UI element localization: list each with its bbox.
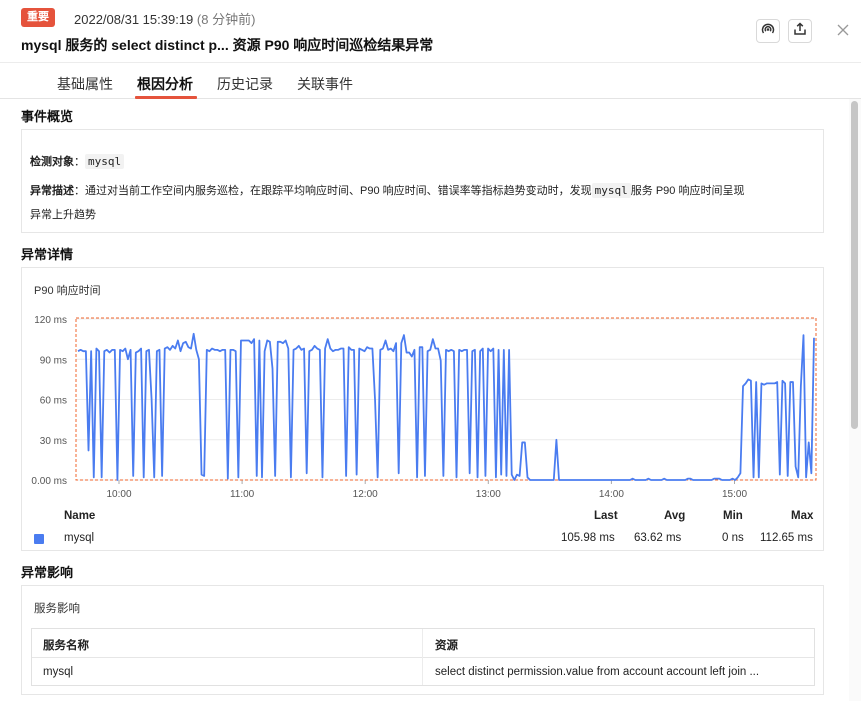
- tab-basic-attributes[interactable]: 基础属性: [57, 74, 113, 94]
- share-icon: [793, 21, 807, 41]
- series-line-mysql: [77, 332, 815, 481]
- x-tick-label: 15:00: [722, 489, 747, 500]
- y-tick-label: 120 ms: [34, 315, 67, 326]
- overview-heading: 事件概览: [21, 109, 74, 124]
- legend-avg-value: 63.62 ms: [634, 532, 682, 544]
- x-tick-label: 12:00: [353, 489, 378, 500]
- x-tick-label: 11:00: [230, 489, 255, 500]
- event-header: 重要 2022/08/31 15:39:19 (8 分钟前) mysql 服务的…: [0, 0, 861, 62]
- event-timestamp: 2022/08/31 15:39:19 (8 分钟前): [74, 12, 256, 27]
- y-tick-label: 90 ms: [40, 355, 67, 366]
- legend-header-min: Min: [723, 510, 743, 522]
- share-button[interactable]: [788, 19, 812, 43]
- target-label: 检测对象: [30, 156, 74, 168]
- anomaly-description: 异常描述：通过对当前工作空间内服务巡检，在跟踪平均响应时间、P90 响应时间、错…: [30, 183, 745, 221]
- impact-table: 服务名称 资源 mysql select distinct permission…: [31, 628, 815, 686]
- table-divider: [32, 657, 814, 658]
- column-header-resource: 资源: [435, 640, 458, 652]
- table-cell-resource[interactable]: select distinct permission.value from ac…: [435, 666, 759, 678]
- x-tick-label: 14:00: [599, 489, 624, 500]
- scrollbar-thumb[interactable]: [851, 101, 858, 429]
- tab-related-events[interactable]: 关联事件: [297, 74, 353, 94]
- y-tick-label: 30 ms: [40, 436, 67, 447]
- legend-header-max: Max: [791, 510, 814, 522]
- service-impact-label: 服务影响: [34, 603, 80, 615]
- target-value: mysql: [85, 154, 125, 169]
- legend-header-name: Name: [64, 510, 96, 522]
- close-icon: [834, 24, 852, 43]
- table-cell-service[interactable]: mysql: [43, 666, 73, 678]
- detail-tabs: 基础属性 根因分析 历史记录 关联事件: [0, 62, 861, 99]
- tab-root-cause[interactable]: 根因分析: [137, 74, 193, 94]
- impact-heading: 异常影响: [21, 565, 74, 580]
- x-tick-label: 10:00: [106, 489, 131, 500]
- legend-max-value: 112.65 ms: [760, 532, 813, 544]
- chart-title: P90 响应时间: [34, 285, 101, 297]
- legend-swatch-mysql[interactable]: [34, 534, 44, 544]
- broadcast-icon: [761, 22, 775, 41]
- legend-header-avg: Avg: [664, 510, 686, 522]
- severity-badge: 重要: [21, 8, 55, 27]
- desc-service-code: mysql: [591, 183, 631, 198]
- desc-label: 异常描述: [30, 185, 74, 197]
- column-header-service: 服务名称: [43, 640, 89, 652]
- column-divider: [422, 629, 423, 685]
- detection-target: 检测对象： mysql: [30, 154, 820, 170]
- active-tab-indicator: [135, 96, 197, 99]
- legend-header-last: Last: [594, 510, 618, 522]
- legend-series-name[interactable]: mysql: [64, 532, 94, 544]
- y-tick-label: 0.00 ms: [31, 476, 67, 487]
- event-title: mysql 服务的 select distinct p... 资源 P90 响应…: [21, 37, 434, 53]
- legend-min-value: 0 ns: [722, 532, 744, 544]
- details-heading: 异常详情: [21, 247, 74, 262]
- p90-line-chart: 0.00 ms 30 ms 60 ms 90 ms 120 ms 10:00 11:00 12…: [31, 315, 817, 500]
- x-tick-label: 13:00: [476, 489, 501, 500]
- legend-last-value: 105.98 ms: [561, 532, 615, 544]
- close-button[interactable]: [834, 21, 852, 39]
- tab-history[interactable]: 历史记录: [217, 74, 273, 94]
- y-tick-label: 60 ms: [40, 396, 67, 407]
- subscribe-button[interactable]: [756, 19, 780, 43]
